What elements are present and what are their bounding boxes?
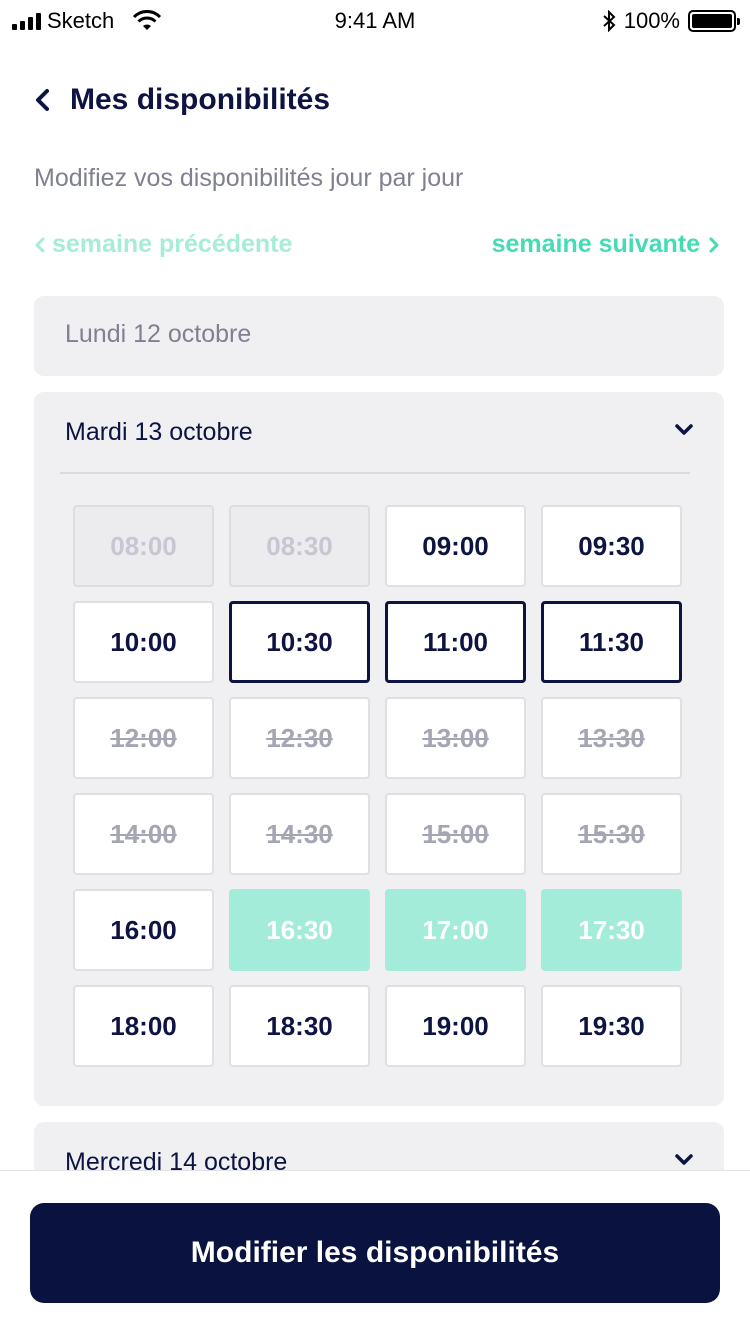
time-slot-1700[interactable]: 17:00 <box>385 889 526 971</box>
status-bar-right: 100% <box>602 8 740 34</box>
time-slot-1030[interactable]: 10:30 <box>229 601 370 683</box>
time-slot-1500: 15:00 <box>385 793 526 875</box>
back-button[interactable] <box>34 80 64 120</box>
divider <box>60 472 690 474</box>
time-slot-1430: 14:30 <box>229 793 370 875</box>
time-slot-0930[interactable]: 09:30 <box>541 505 682 587</box>
battery-percent: 100% <box>623 8 680 33</box>
time-slot-1530: 15:30 <box>541 793 682 875</box>
chevron-left-icon <box>36 89 49 111</box>
next-week-label: semaine suivante <box>491 230 700 258</box>
time-slot-1630[interactable]: 16:30 <box>229 889 370 971</box>
time-slot-1830[interactable]: 18:30 <box>229 985 370 1067</box>
status-bar: Sketch 9:41 AM 100% <box>0 0 750 40</box>
time-slot-1200: 12:00 <box>73 697 214 779</box>
time-slot-1930[interactable]: 19:30 <box>541 985 682 1067</box>
time-slot-1130[interactable]: 11:30 <box>541 601 682 683</box>
day-card-mardi: Mardi 13 octobre 08:00 08:30 09:00 09:30 10:… <box>34 392 724 1106</box>
time-slot-1600[interactable]: 16:00 <box>73 889 214 971</box>
time-slot-1330: 13:30 <box>541 697 682 779</box>
time-slot-1100[interactable]: 11:00 <box>385 601 526 683</box>
week-navigation: semaine précédente semaine suivante <box>34 230 720 264</box>
page-header: Mes disponibilités <box>34 80 330 120</box>
previous-week-link[interactable]: semaine précédente <box>34 230 292 259</box>
chevron-down-icon[interactable] <box>674 1152 694 1168</box>
time-slot-0800: 08:00 <box>73 505 214 587</box>
modify-availability-button[interactable]: Modifier les disponibilités <box>30 1203 720 1303</box>
time-slot-1730[interactable]: 17:30 <box>541 889 682 971</box>
day-label: Lundi 12 octobre <box>65 320 252 348</box>
time-slot-1800[interactable]: 18:00 <box>73 985 214 1067</box>
time-slot-0830: 08:30 <box>229 505 370 587</box>
time-slot-0900[interactable]: 09:00 <box>385 505 526 587</box>
time-slot-1300: 13:00 <box>385 697 526 779</box>
page-subtitle: Modifiez vos disponibilités jour par jou… <box>34 164 464 192</box>
bottom-bar: Modifier les disponibilités <box>0 1170 750 1334</box>
previous-week-label: semaine précédente <box>52 230 293 258</box>
next-week-link[interactable]: semaine suivante <box>492 230 720 259</box>
day-card-lundi[interactable]: Lundi 12 octobre <box>34 296 724 376</box>
chevron-left-icon <box>35 237 45 252</box>
time-slot-1230: 12:30 <box>229 697 370 779</box>
page-title: Mes disponibilités <box>70 83 331 116</box>
bluetooth-icon <box>603 10 616 32</box>
chevron-down-icon[interactable] <box>674 422 694 438</box>
time-slot-1900[interactable]: 19:00 <box>385 985 526 1067</box>
battery-icon <box>688 10 740 32</box>
time-slot-1400: 14:00 <box>73 793 214 875</box>
time-slot-grid: 08:00 08:30 09:00 09:30 10:00 10:30 11:00 11:30… <box>73 505 682 1067</box>
chevron-right-icon <box>709 237 719 252</box>
time-slot-1000[interactable]: 10:00 <box>73 601 214 683</box>
day-label: Mardi 13 octobre <box>65 418 253 446</box>
